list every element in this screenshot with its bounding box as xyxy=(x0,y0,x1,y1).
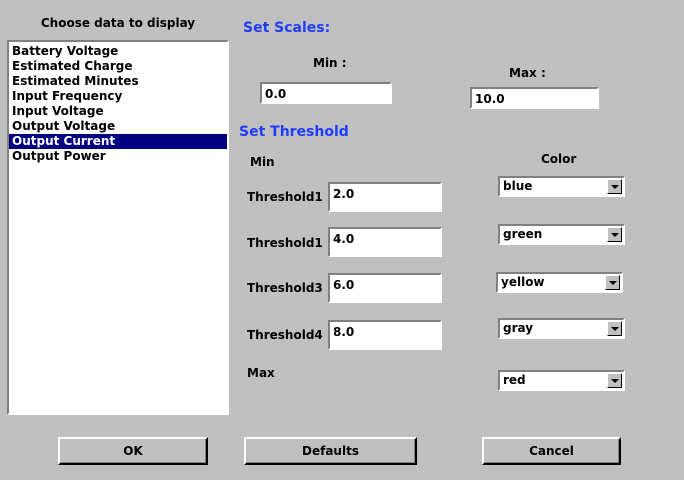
list-item[interactable]: Output Current xyxy=(9,134,227,149)
threshold-max-color-select[interactable]: red xyxy=(498,370,625,391)
scale-min-input[interactable]: 0.0 xyxy=(260,82,392,104)
threshold-min-header: Min xyxy=(250,155,275,169)
threshold-3-color-select[interactable]: yellow xyxy=(496,272,623,293)
list-item[interactable]: Estimated Charge xyxy=(9,59,227,74)
threshold-1-color-value: blue xyxy=(503,179,533,193)
threshold-4-label: Threshold4 xyxy=(247,328,323,342)
defaults-button[interactable]: Defaults xyxy=(244,437,417,465)
ok-button[interactable]: OK xyxy=(58,437,208,465)
threshold-4-input[interactable]: 8.0 xyxy=(328,320,442,350)
data-listbox[interactable]: Battery Voltage Estimated Charge Estimated… xyxy=(7,40,229,415)
threshold-3-input[interactable]: 6.0 xyxy=(328,273,442,303)
list-item[interactable]: Input Frequency xyxy=(9,89,227,104)
chevron-down-icon[interactable] xyxy=(607,227,622,242)
threshold-4-color-value: gray xyxy=(503,321,534,335)
set-scales-title: Set Scales: xyxy=(243,20,331,36)
threshold-max-label: Max xyxy=(247,366,275,380)
list-item[interactable]: Input Voltage xyxy=(9,104,227,119)
list-item[interactable]: Output Voltage xyxy=(9,119,227,134)
list-item[interactable]: Battery Voltage xyxy=(9,44,227,59)
chevron-down-icon[interactable] xyxy=(607,321,622,336)
data-list-title: Choose data to display xyxy=(40,16,196,30)
threshold-3-label: Threshold3 xyxy=(247,281,323,295)
chevron-down-icon[interactable] xyxy=(607,373,622,388)
threshold-max-color-value: red xyxy=(503,373,526,387)
cancel-button[interactable]: Cancel xyxy=(482,437,621,465)
list-item[interactable]: Estimated Minutes xyxy=(9,74,227,89)
scale-max-input[interactable]: 10.0 xyxy=(470,87,599,109)
threshold-color-header: Color xyxy=(541,152,577,166)
set-threshold-title: Set Threshold xyxy=(239,124,349,140)
threshold-4-color-select[interactable]: gray xyxy=(498,318,625,339)
threshold-3-color-value: yellow xyxy=(501,275,545,289)
chevron-down-icon[interactable] xyxy=(605,275,620,290)
threshold-2-label: Threshold1 xyxy=(247,236,323,250)
list-item[interactable]: Output Power xyxy=(9,149,227,164)
threshold-2-color-select[interactable]: green xyxy=(498,224,625,245)
scale-max-label: Max : xyxy=(509,66,546,80)
threshold-2-color-value: green xyxy=(503,227,543,241)
threshold-1-label: Threshold1 xyxy=(247,190,323,204)
threshold-1-color-select[interactable]: blue xyxy=(498,176,625,197)
scale-min-label: Min : xyxy=(313,56,347,70)
threshold-2-input[interactable]: 4.0 xyxy=(328,227,442,257)
data-list-items: Battery Voltage Estimated Charge Estimated… xyxy=(9,42,227,164)
threshold-1-input[interactable]: 2.0 xyxy=(328,182,442,212)
chevron-down-icon[interactable] xyxy=(607,179,622,194)
